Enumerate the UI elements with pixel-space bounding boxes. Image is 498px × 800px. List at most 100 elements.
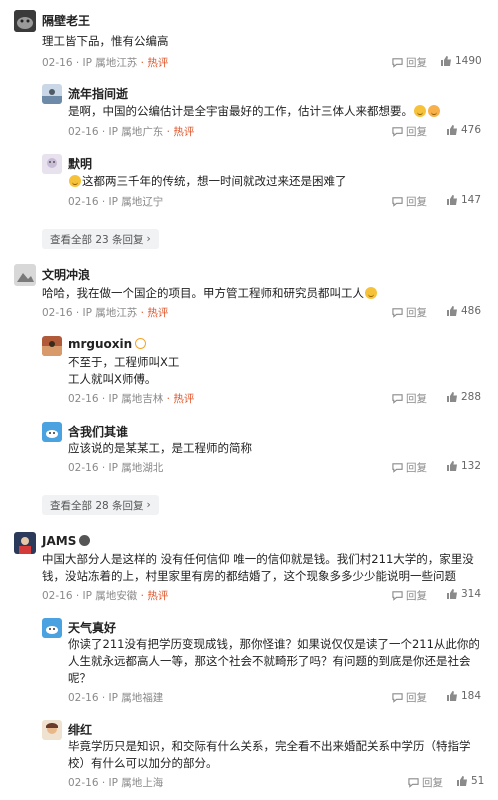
reply-icon — [392, 58, 403, 68]
ip-location: 福建 — [142, 692, 164, 704]
like-button[interactable]: 1490 — [440, 55, 482, 67]
ip-prefix: · IP 属地 — [101, 462, 143, 474]
reply-icon — [392, 693, 403, 703]
comment-meta: 02-16 · IP 属地福建 — [68, 690, 163, 705]
comment-date: 02-16 — [68, 393, 99, 405]
ip-prefix: · IP 属地 — [101, 126, 143, 138]
ip-location: 广东 — [142, 126, 164, 138]
view-all-replies-button[interactable]: 查看全部 23 条回复 › — [42, 229, 159, 249]
comment-meta: 02-16 · IP 属地江苏 · 热评 — [42, 55, 168, 70]
comment-text-line-3: 呢？ — [68, 671, 91, 685]
reply-icon — [408, 778, 419, 788]
reply-button[interactable]: 回复 — [392, 194, 427, 209]
comment-text-line-1: 中国大部分人是这样的 没有任何信仰 唯一的信仰就是钱。我们村211大学的，家里没 — [42, 552, 474, 566]
reply-label: 回复 — [406, 57, 427, 69]
comment-text: 哈哈，我在做一个国企的项目。甲方管工程师和研究员都叫工人 — [42, 284, 378, 302]
like-button[interactable]: 184 — [446, 690, 481, 702]
reply-icon — [392, 197, 403, 207]
like-button[interactable]: 288 — [446, 391, 481, 403]
like-button[interactable]: 147 — [446, 194, 481, 206]
ip-prefix: · IP 属地 — [101, 692, 143, 704]
avatar[interactable] — [42, 154, 62, 174]
cat-emoji-icon — [428, 105, 440, 117]
ip-location: 江苏 — [116, 57, 138, 69]
username[interactable]: 含我们其谁 — [68, 423, 128, 440]
reply-button[interactable]: 回复 — [392, 124, 427, 139]
ip-location: 湖北 — [142, 462, 164, 474]
thumbs-up-icon — [447, 461, 457, 471]
chevron-right-icon: › — [146, 499, 151, 511]
avatar[interactable] — [42, 84, 62, 104]
like-count: 288 — [461, 391, 482, 403]
thumbs-up-icon — [457, 776, 467, 786]
username[interactable]: 绯红 — [68, 721, 92, 738]
reply-label: 回复 — [406, 196, 427, 208]
ip-location: 江苏 — [116, 307, 138, 319]
comment-text: 这都两三千年的传统，想一时间就改过来还是困难了 — [68, 172, 347, 190]
view-all-replies-label: 查看全部 23 条回复 — [50, 233, 144, 246]
ip-prefix: · IP 属地 — [75, 590, 117, 602]
view-all-replies-button[interactable]: 查看全部 28 条回复 › — [42, 495, 159, 515]
ip-prefix: · IP 属地 — [101, 393, 143, 405]
comment-text-line-1: 毕竟学历只是知识，和交际有什么关系，完全看不出来婚配关系中学历（特指学 — [68, 739, 471, 753]
username-text[interactable]: JAMS — [42, 534, 76, 548]
like-button[interactable]: 486 — [446, 305, 481, 317]
thumbs-up-icon — [447, 392, 457, 402]
avatar[interactable] — [14, 10, 36, 32]
like-button[interactable]: 476 — [446, 124, 481, 136]
like-count: 184 — [461, 690, 482, 702]
grin-emoji-icon — [365, 287, 377, 299]
like-count: 132 — [461, 460, 482, 472]
like-button[interactable]: 314 — [446, 588, 481, 600]
comment-text-content: 是啊，中国的公编估计是全宇宙最好的工作，估计三体人来都想要。 — [68, 104, 413, 118]
ip-location: 安徽 — [116, 590, 138, 602]
username-text[interactable]: mrguoxin — [68, 337, 132, 351]
username[interactable]: 默明 — [68, 155, 92, 172]
avatar[interactable] — [14, 532, 36, 554]
reply-icon — [392, 591, 403, 601]
comment-meta: 02-16 · IP 属地江苏 · 热评 — [42, 305, 168, 320]
avatar[interactable] — [42, 720, 62, 740]
hot-tag: · 热评 — [166, 126, 195, 138]
comment-meta: 02-16 · IP 属地上海 — [68, 775, 163, 790]
like-button[interactable]: 132 — [446, 460, 481, 472]
like-button[interactable]: 51 — [456, 775, 484, 787]
reply-button[interactable]: 回复 — [392, 588, 427, 603]
thumbs-up-icon — [447, 691, 457, 701]
hot-tag: · 热评 — [140, 57, 169, 69]
like-count: 51 — [471, 775, 485, 787]
username: JAMS — [42, 534, 91, 548]
ip-location: 吉林 — [142, 393, 164, 405]
avatar[interactable] — [42, 618, 62, 638]
avatar[interactable] — [14, 264, 36, 286]
username[interactable]: 天气真好 — [68, 619, 116, 636]
comment-text: 是啊，中国的公编估计是全宇宙最好的工作，估计三体人来都想要。 — [68, 102, 441, 120]
reply-icon — [392, 308, 403, 318]
like-count: 486 — [461, 305, 482, 317]
reply-label: 回复 — [406, 307, 427, 319]
comment-meta: 02-16 · IP 属地吉林 · 热评 — [68, 391, 194, 406]
like-count: 1490 — [455, 55, 482, 67]
avatar[interactable] — [42, 336, 62, 356]
username: mrguoxin — [68, 337, 147, 351]
comment-meta: 02-16 · IP 属地湖北 — [68, 460, 163, 475]
comment-meta: 02-16 · IP 属地广东 · 热评 — [68, 124, 194, 139]
username[interactable]: 隔壁老王 — [42, 12, 90, 29]
reply-button[interactable]: 回复 — [392, 55, 427, 70]
username[interactable]: 流年指间逝 — [68, 85, 128, 102]
reply-button[interactable]: 回复 — [392, 690, 427, 705]
thumbs-up-icon — [447, 125, 457, 135]
reply-button[interactable]: 回复 — [392, 305, 427, 320]
ip-location: 上海 — [142, 777, 164, 789]
comment-date: 02-16 — [68, 196, 99, 208]
reply-button[interactable]: 回复 — [408, 775, 443, 790]
avatar[interactable] — [42, 422, 62, 442]
hot-tag: · 热评 — [140, 307, 169, 319]
comment-meta: 02-16 · IP 属地安徽 · 热评 — [42, 588, 168, 603]
chevron-right-icon: › — [146, 233, 151, 245]
reply-button[interactable]: 回复 — [392, 391, 427, 406]
reply-button[interactable]: 回复 — [392, 460, 427, 475]
username[interactable]: 文明冲浪 — [42, 266, 90, 283]
thumbs-up-icon — [447, 195, 457, 205]
comment-text-line-1: 你读了211没有把学历变现成钱，那你怪谁？如果说仅仅是读了一个211从此你的 — [68, 637, 480, 651]
